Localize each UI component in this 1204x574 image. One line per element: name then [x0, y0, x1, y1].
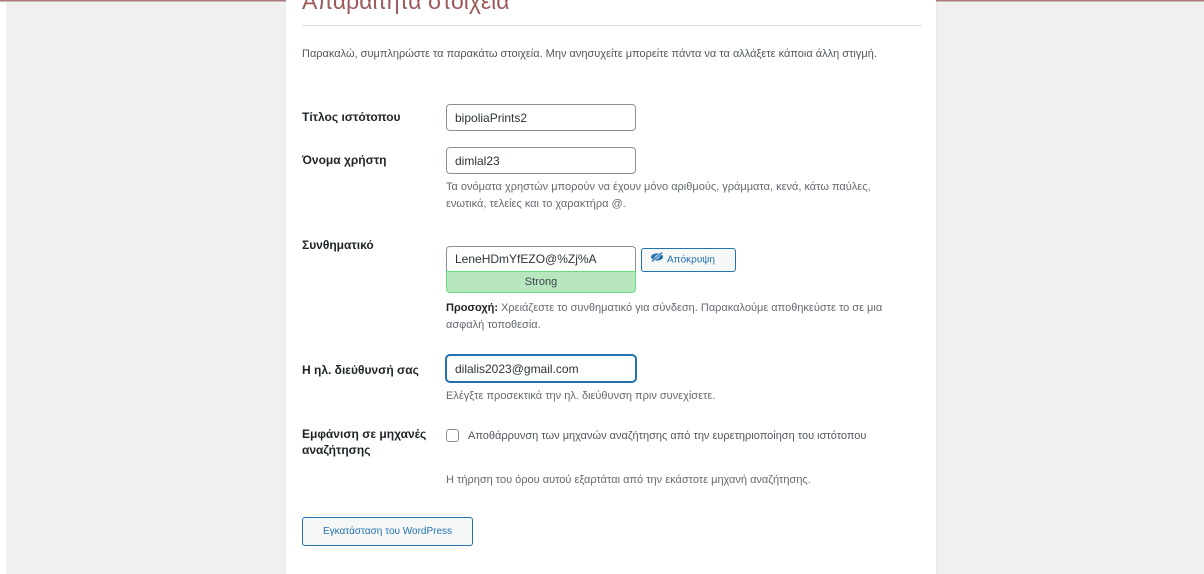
- discourage-search-label[interactable]: Αποθάρρυνση των μηχανών αναζήτησης από τ…: [468, 428, 908, 445]
- heading-divider: [302, 25, 922, 26]
- discourage-search-checkbox[interactable]: [446, 429, 459, 442]
- site-title-input[interactable]: [446, 104, 636, 131]
- hide-password-button[interactable]: Απόκρυψη: [641, 248, 736, 272]
- username-input[interactable]: [446, 147, 636, 174]
- email-input[interactable]: [446, 355, 636, 382]
- intro-text: Παρακαλώ, συμπληρώστε τα παρακάτω στοιχε…: [302, 48, 877, 60]
- search-visibility-label: Εμφάνιση σε μηχανές αναζήτησης: [302, 427, 427, 457]
- email-label: Η ηλ. διεύθυνσή σας: [302, 363, 419, 377]
- install-wordpress-button[interactable]: Εγκατάσταση του WordPress: [302, 517, 473, 546]
- left-edge: [0, 0, 6, 574]
- search-visibility-description: Η τήρηση του όρου αυτού εξαρτάται από τη…: [446, 474, 811, 486]
- password-warning-text: Χρειάζεστε το συνθηματικό για σύνδεση. Π…: [446, 302, 883, 331]
- password-label: Συνθηματικό: [302, 238, 374, 252]
- username-label: Όνομα χρήστη: [302, 153, 387, 167]
- site-title-label: Τίτλος ιστότοπου: [302, 110, 401, 124]
- email-description: Ελέγξτε προσεκτικά την ηλ. διεύθυνση πρι…: [446, 390, 716, 402]
- setup-form-card: Απαραίτητα στοιχεία Παρακαλώ, συμπληρώστ…: [286, 0, 936, 574]
- password-warning-bold: Προσοχή:: [446, 302, 499, 314]
- page-heading: Απαραίτητα στοιχεία: [302, 0, 510, 14]
- password-input[interactable]: LeneHDmYfEZO@%Zj%A: [446, 246, 636, 271]
- password-warning: Προσοχή: Χρειάζεστε το συνθηματικό για σ…: [446, 300, 906, 334]
- eye-slash-icon: [650, 249, 664, 271]
- password-strength-meter: Strong: [446, 271, 636, 293]
- hide-password-label: Απόκρυψη: [667, 254, 715, 266]
- username-description: Τα ονόματα χρηστών μπορούν να έχουν μόνο…: [446, 181, 871, 210]
